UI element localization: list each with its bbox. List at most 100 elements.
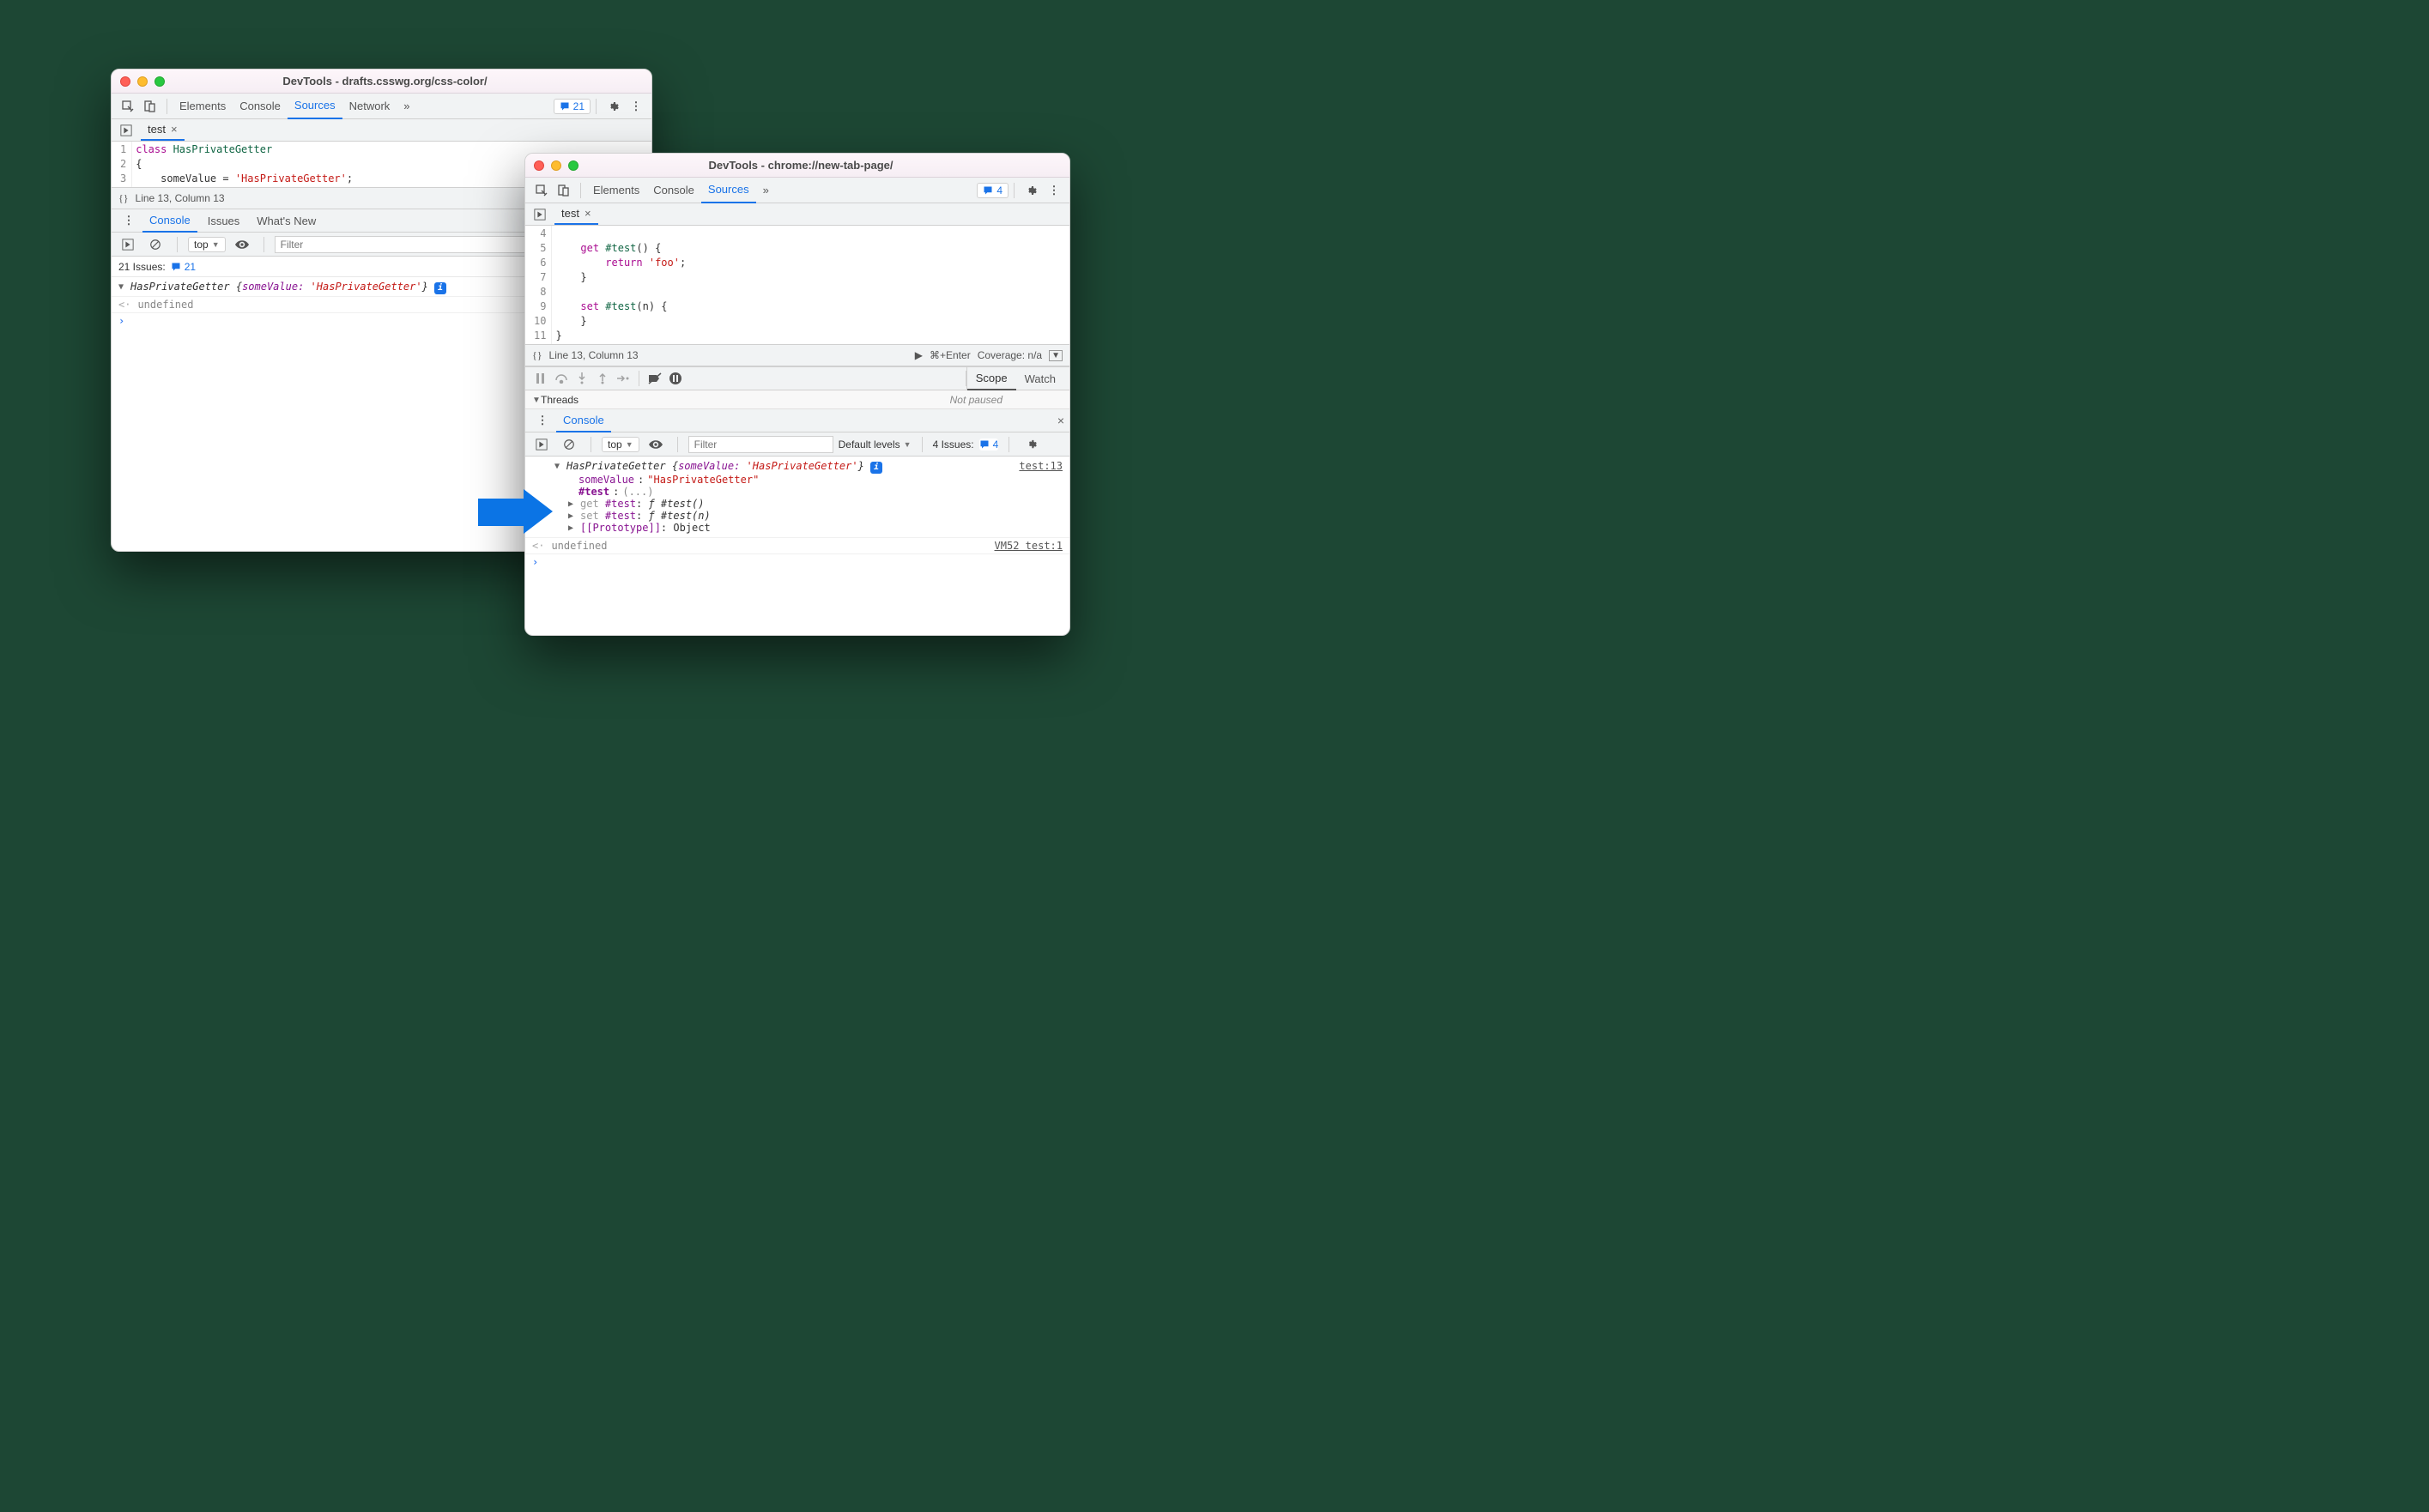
pause-icon[interactable] xyxy=(530,368,551,389)
format-icon[interactable]: {} xyxy=(532,349,542,362)
drawer-tab-issues[interactable]: Issues xyxy=(201,210,247,232)
drawer-tab-whatsnew[interactable]: What's New xyxy=(250,210,323,232)
info-icon[interactable]: i xyxy=(870,462,882,474)
expand-triangle-icon[interactable]: ▼ xyxy=(532,394,541,405)
cursor-position: Line 13, Column 13 xyxy=(549,349,639,361)
context-selector[interactable]: top▼ xyxy=(188,237,226,252)
tab-network[interactable]: Network xyxy=(342,94,397,118)
live-expression-icon[interactable] xyxy=(645,433,667,456)
watch-tab[interactable]: Watch xyxy=(1016,368,1064,390)
console-prompt[interactable]: › xyxy=(525,554,1069,570)
expand-triangle-icon[interactable]: ▼ xyxy=(118,281,127,292)
run-snippet-icon[interactable] xyxy=(529,203,551,226)
cursor-position: Line 13, Column 13 xyxy=(136,192,225,204)
info-icon[interactable]: i xyxy=(434,282,446,294)
threads-bar[interactable]: ▼ Threads Not paused xyxy=(525,390,1069,409)
source-link[interactable]: VM52 test:1 xyxy=(995,540,1063,552)
file-tab-bar: test× xyxy=(112,119,651,142)
main-toolbar: Elements Console Sources Network » 21 ⋮ xyxy=(112,94,651,119)
format-icon[interactable]: {} xyxy=(118,192,129,205)
pause-on-exceptions-icon[interactable] xyxy=(665,368,686,389)
run-snippet-icon[interactable] xyxy=(115,119,137,142)
coverage-label: Coverage: n/a xyxy=(978,349,1042,361)
maximize-button[interactable] xyxy=(154,76,165,87)
levels-selector[interactable]: Default levels▼ xyxy=(839,438,912,451)
context-selector[interactable]: top▼ xyxy=(602,437,639,452)
tab-sources[interactable]: Sources xyxy=(288,93,342,119)
deactivate-breakpoints-icon[interactable] xyxy=(645,368,665,389)
messages-badge[interactable]: 4 xyxy=(977,183,1009,198)
close-drawer-icon[interactable]: × xyxy=(1052,414,1069,427)
console-row-object-header[interactable]: ▼ HasPrivateGetter {someValue: 'HasPriva… xyxy=(525,458,1069,474)
devtools-window-2: DevTools - chrome://new-tab-page/ Elemen… xyxy=(524,153,1070,636)
prop-set-test[interactable]: ▶ set #test: ƒ #test(n) xyxy=(525,510,1069,522)
collapse-icon[interactable]: ▼ xyxy=(1049,350,1063,361)
minimize-button[interactable] xyxy=(137,76,148,87)
issues-count-badge[interactable]: 21 xyxy=(171,261,196,273)
tab-elements[interactable]: Elements xyxy=(586,178,646,203)
live-expression-icon[interactable] xyxy=(231,233,253,256)
file-tab-test[interactable]: test× xyxy=(141,119,185,141)
window-title: DevTools - drafts.csswg.org/css-color/ xyxy=(175,75,643,88)
drawer-menu-icon[interactable]: ⋮ xyxy=(530,409,553,432)
debugger-toolbar: Scope Watch xyxy=(525,366,1069,390)
filter-input[interactable] xyxy=(688,436,833,453)
step-into-icon[interactable] xyxy=(572,368,592,389)
prop-somevalue[interactable]: someValue: "HasPrivateGetter" xyxy=(525,474,1069,486)
device-icon[interactable] xyxy=(553,179,575,202)
scope-tab[interactable]: Scope xyxy=(967,367,1016,390)
minimize-button[interactable] xyxy=(551,160,561,171)
sidebar-toggle-icon[interactable] xyxy=(530,433,553,456)
prop-get-test[interactable]: ▶ get #test: ƒ #test() xyxy=(525,498,1069,510)
output-arrow-icon: <· xyxy=(118,299,134,311)
close-button[interactable] xyxy=(120,76,130,87)
play-icon[interactable]: ▶ xyxy=(915,349,923,361)
file-tab-test[interactable]: test× xyxy=(554,203,598,225)
drawer-menu-icon[interactable]: ⋮ xyxy=(117,209,139,232)
settings-icon[interactable] xyxy=(602,95,624,118)
kebab-menu-icon[interactable]: ⋮ xyxy=(1042,179,1064,202)
close-button[interactable] xyxy=(534,160,544,171)
tab-console[interactable]: Console xyxy=(646,178,701,203)
more-tabs-icon[interactable]: » xyxy=(397,94,416,118)
input-arrow-icon: › xyxy=(532,556,542,568)
code-content: class HasPrivateGetter { someValue = 'Ha… xyxy=(132,142,356,187)
settings-icon[interactable] xyxy=(1020,179,1042,202)
console-settings-icon[interactable] xyxy=(1020,433,1042,456)
close-tab-icon[interactable]: × xyxy=(171,123,178,136)
step-over-icon[interactable] xyxy=(551,368,572,389)
tab-console[interactable]: Console xyxy=(233,94,288,118)
step-out-icon[interactable] xyxy=(592,368,613,389)
console-row-undefined: <· undefined VM52 test:1 xyxy=(525,538,1069,554)
inspect-icon[interactable] xyxy=(530,179,553,202)
main-toolbar: Elements Console Sources » 4 ⋮ xyxy=(525,178,1069,203)
source-link[interactable]: test:13 xyxy=(1019,460,1063,472)
expand-triangle-icon: ▶ xyxy=(568,498,577,509)
kebab-menu-icon[interactable]: ⋮ xyxy=(624,95,646,118)
device-icon[interactable] xyxy=(139,95,161,118)
traffic-lights xyxy=(120,76,165,87)
clear-console-icon[interactable] xyxy=(144,233,167,256)
sidebar-toggle-icon[interactable] xyxy=(117,233,139,256)
console-output: ▼ HasPrivateGetter {someValue: 'HasPriva… xyxy=(525,457,1069,572)
issues-count-badge[interactable]: 4 xyxy=(979,438,999,451)
step-icon[interactable] xyxy=(613,368,633,389)
tab-elements[interactable]: Elements xyxy=(173,94,233,118)
tab-sources[interactable]: Sources xyxy=(701,177,756,203)
drawer-tab-console[interactable]: Console xyxy=(142,209,197,233)
maximize-button[interactable] xyxy=(568,160,578,171)
input-arrow-icon: › xyxy=(118,315,128,327)
messages-badge[interactable]: 21 xyxy=(554,99,591,114)
code-editor[interactable]: 4 5 6 7 8 9 10 11 get #test() { return '… xyxy=(525,226,1069,344)
titlebar: DevTools - drafts.csswg.org/css-color/ xyxy=(112,70,651,94)
issues-label: 21 Issues: xyxy=(118,261,166,273)
drawer-tab-console[interactable]: Console xyxy=(556,409,611,432)
more-tabs-icon[interactable]: » xyxy=(756,178,776,203)
clear-console-icon[interactable] xyxy=(558,433,580,456)
editor-statusbar: {} Line 13, Column 13 ▶ ⌘+Enter Coverage… xyxy=(525,344,1069,366)
inspect-icon[interactable] xyxy=(117,95,139,118)
prop-prototype[interactable]: ▶ [[Prototype]]: Object xyxy=(525,522,1069,538)
expand-triangle-icon[interactable]: ▼ xyxy=(554,460,563,471)
prop-test-accessor[interactable]: #test: (...) xyxy=(525,486,1069,498)
close-tab-icon[interactable]: × xyxy=(585,207,591,220)
